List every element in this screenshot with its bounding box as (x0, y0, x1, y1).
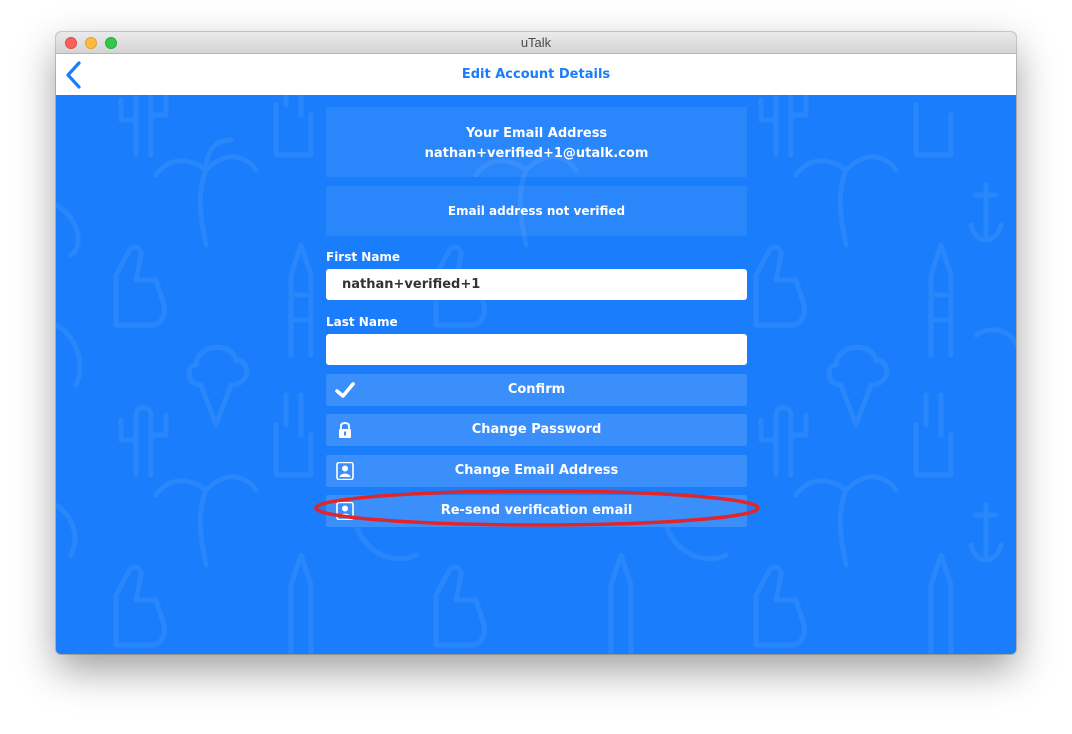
first-name-field[interactable] (326, 269, 747, 300)
resend-verification-button-label: Re-send verification email (440, 503, 633, 518)
checkmark-icon (335, 382, 355, 398)
change-email-button-label: Change Email Address (454, 463, 619, 478)
change-password-button[interactable]: Change Password (326, 414, 747, 446)
verification-status-text: Email address not verified (447, 204, 626, 218)
change-email-button[interactable]: Change Email Address (326, 455, 747, 487)
last-name-field[interactable] (326, 334, 747, 365)
app-window: uTalk Edit Account Details Your Email Ad… (56, 32, 1016, 654)
confirm-button-label: Confirm (507, 382, 566, 397)
resend-verification-button[interactable]: Re-send verification email (326, 495, 747, 527)
confirm-button[interactable]: Confirm (326, 374, 747, 406)
navigation-bar: Edit Account Details (56, 54, 1016, 95)
email-address-value: nathan+verified+1@utalk.com (424, 146, 649, 161)
email-heading: Your Email Address (465, 126, 608, 141)
window-titlebar[interactable]: uTalk (56, 32, 1016, 54)
contact-card-icon (336, 502, 354, 520)
window-title: uTalk (520, 35, 552, 50)
account-details-content: Your Email Address nathan+verified+1@uta… (56, 95, 1016, 654)
change-password-button-label: Change Password (471, 422, 602, 437)
contact-card-icon (336, 462, 354, 480)
page-title: Edit Account Details (461, 67, 611, 82)
email-address-panel: Your Email Address nathan+verified+1@uta… (326, 107, 747, 177)
lock-icon (339, 422, 351, 438)
last-name-label: Last Name (326, 315, 398, 329)
verification-status-panel: Email address not verified (326, 186, 747, 236)
first-name-label: First Name (326, 250, 401, 264)
